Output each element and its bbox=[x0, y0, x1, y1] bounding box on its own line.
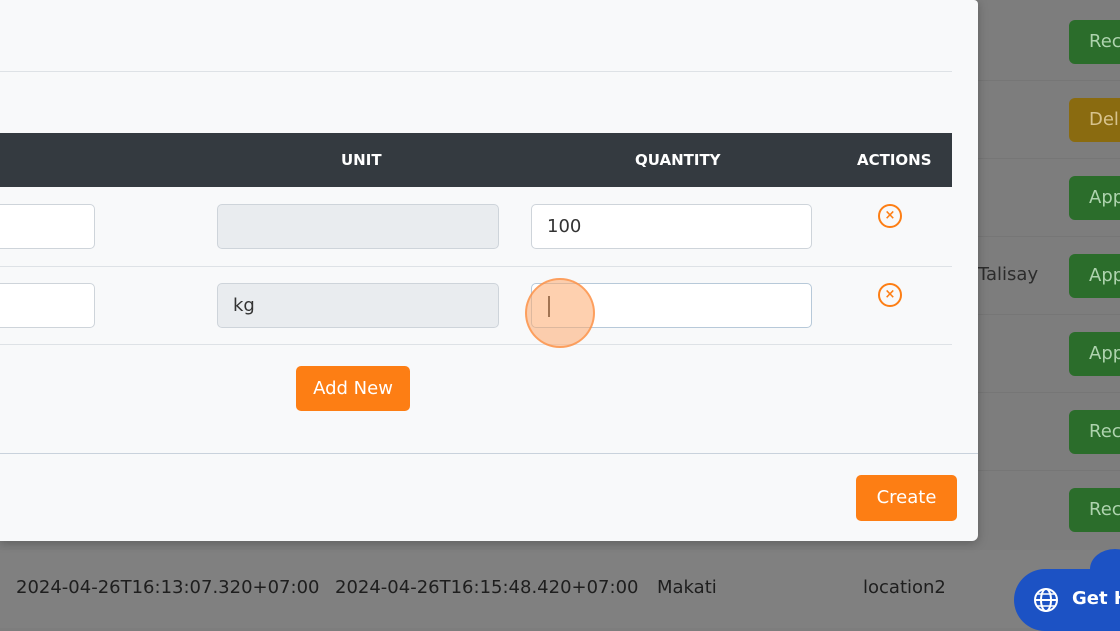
status-button[interactable]: Deli bbox=[1069, 98, 1120, 142]
create-button[interactable]: Create bbox=[856, 475, 957, 521]
unit-field bbox=[217, 204, 499, 249]
table-row: kg × bbox=[0, 266, 952, 345]
click-indicator bbox=[525, 278, 595, 348]
updated-at-cell: 2024-04-26T16:15:48.420+07:00 bbox=[335, 577, 639, 598]
help-label: Get H bbox=[1072, 588, 1120, 609]
location-cell: Talisay bbox=[978, 264, 1039, 285]
status-button[interactable]: Rec bbox=[1069, 488, 1120, 532]
globe-icon bbox=[1034, 588, 1058, 612]
status-button[interactable]: Rec bbox=[1069, 410, 1120, 454]
quantity-header: QUANTITY bbox=[635, 151, 721, 169]
add-new-button[interactable]: Add New bbox=[296, 366, 410, 411]
close-circle-icon[interactable]: × bbox=[878, 283, 902, 307]
created-at-cell: 2024-04-26T16:13:07.320+07:00 bbox=[16, 577, 320, 598]
modal-footer-divider bbox=[0, 453, 978, 454]
status-button[interactable]: App bbox=[1069, 254, 1120, 298]
close-circle-icon[interactable]: × bbox=[878, 204, 902, 228]
item-select[interactable] bbox=[0, 283, 95, 328]
item-select[interactable] bbox=[0, 204, 95, 249]
actions-header: ACTIONS bbox=[857, 151, 932, 169]
modal-header-divider bbox=[0, 71, 952, 72]
table-row: 100 × bbox=[0, 188, 952, 267]
table-row: 2024-04-26T16:13:07.320+07:00 2024-04-26… bbox=[0, 550, 1120, 628]
items-table-header: UNIT QUANTITY ACTIONS bbox=[0, 133, 952, 187]
quantity-input[interactable]: 100 bbox=[531, 204, 812, 249]
create-modal: UNIT QUANTITY ACTIONS 100 × kg × Add New… bbox=[0, 0, 978, 541]
status-button[interactable]: Rec bbox=[1069, 20, 1120, 64]
status-button[interactable]: App bbox=[1069, 176, 1120, 220]
unit-field: kg bbox=[217, 283, 499, 328]
status-button[interactable]: App bbox=[1069, 332, 1120, 376]
help-button[interactable]: Get H bbox=[1014, 569, 1120, 631]
unit-header: UNIT bbox=[341, 151, 382, 169]
location-cell: location2 bbox=[863, 577, 946, 598]
city-cell: Makati bbox=[657, 577, 717, 598]
